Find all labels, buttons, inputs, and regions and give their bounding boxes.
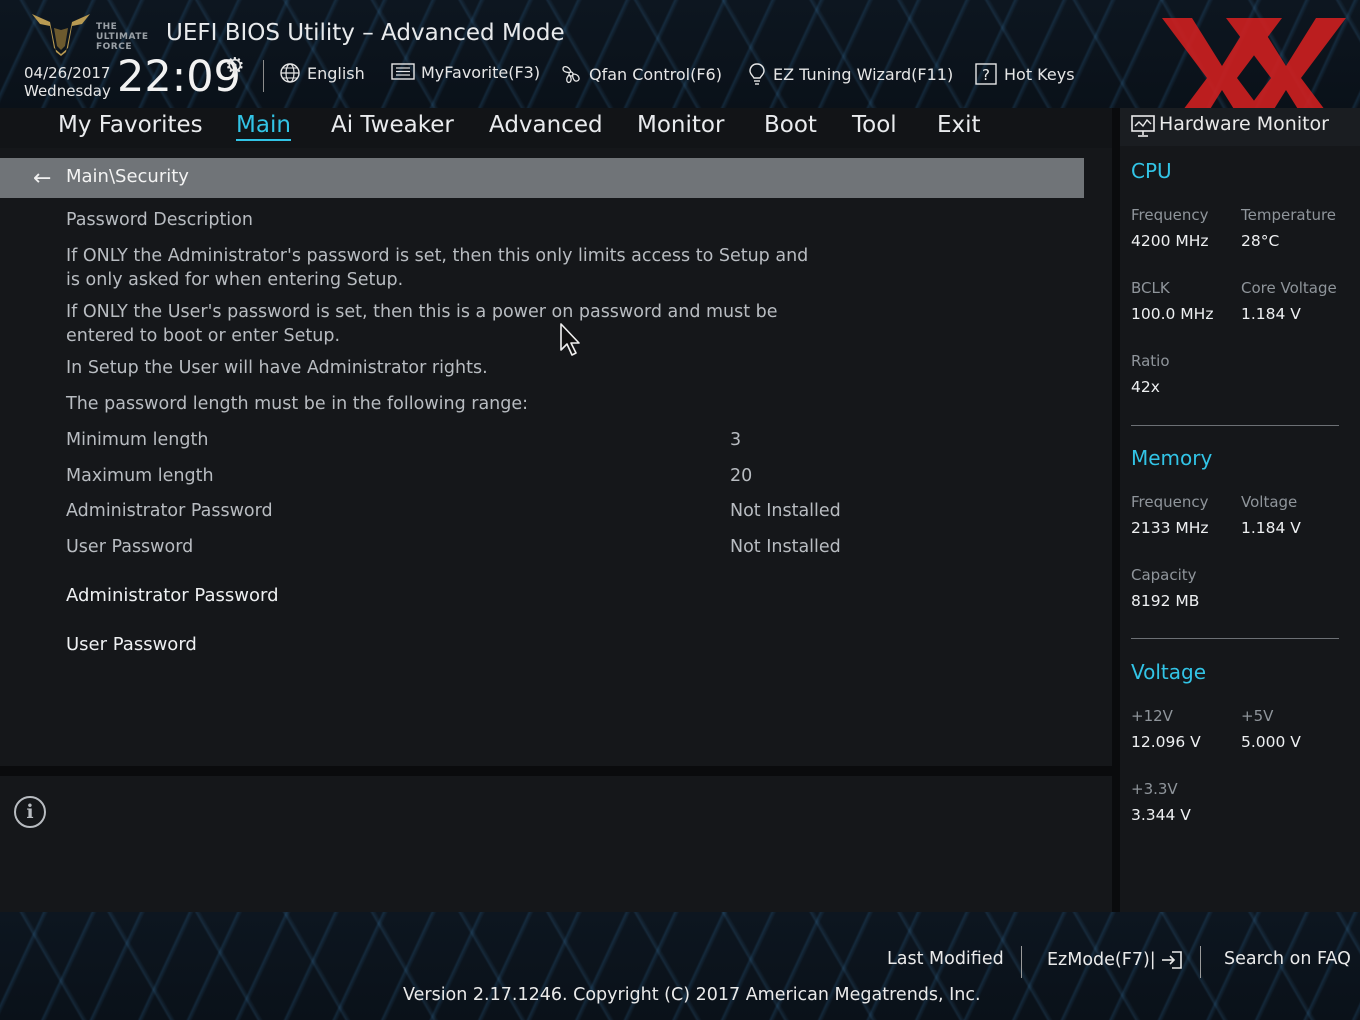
fan-icon [562, 65, 580, 84]
description-paragraph-2: If ONLY the User's password is set, then… [66, 302, 778, 346]
memory-voltage-label: Voltage [1241, 493, 1298, 511]
search-faq-button[interactable]: Search on FAQ [1224, 949, 1351, 969]
footer-separator [1200, 946, 1201, 978]
svg-text:?: ? [982, 66, 990, 84]
lightbulb-icon [749, 63, 765, 85]
question-box-icon: ? [975, 63, 997, 85]
v33-label: +3.3V [1131, 780, 1178, 798]
favorite-list-icon [391, 63, 415, 80]
app-title: UEFI BIOS Utility – Advanced Mode [166, 20, 565, 46]
memory-frequency-label: Frequency [1131, 493, 1209, 511]
cpu-frequency-label: Frequency [1131, 206, 1209, 224]
user-password-status-label: User Password [66, 537, 194, 557]
voltage-section-title: Voltage [1131, 660, 1207, 684]
tab-main[interactable]: Main [236, 112, 291, 141]
monitor-icon [1131, 115, 1155, 137]
minimum-length-value: 3 [730, 430, 742, 450]
date-display[interactable]: 04/26/2017 Wednesday [24, 64, 111, 100]
memory-voltage-value: 1.184 V [1241, 519, 1301, 537]
core-voltage-label: Core Voltage [1241, 279, 1337, 297]
info-icon: i [14, 796, 46, 828]
bclk-value: 100.0 MHz [1131, 305, 1214, 323]
administrator-password-status-value: Not Installed [730, 501, 841, 521]
tuf-logo-icon [32, 14, 90, 56]
globe-icon [280, 63, 300, 83]
description-paragraph-4: The password length must be in the follo… [66, 394, 529, 414]
last-modified-button[interactable]: Last Modified [887, 949, 1004, 969]
main-content-panel [0, 148, 1112, 766]
v12-value: 12.096 V [1131, 733, 1201, 751]
administrator-password-status-label: Administrator Password [66, 501, 273, 521]
help-info-panel [0, 776, 1112, 912]
ratio-value: 42x [1131, 378, 1160, 396]
bclk-label: BCLK [1131, 279, 1170, 297]
weekday-text: Wednesday [24, 82, 111, 100]
user-password-item[interactable]: User Password [66, 634, 197, 655]
version-text: Version 2.17.1246. Copyright (C) 2017 Am… [403, 985, 981, 1005]
description-paragraph-3: In Setup the User will have Administrato… [66, 358, 488, 378]
panel-divider [0, 766, 1112, 776]
ez-tuning-wizard-button[interactable]: EZ Tuning Wizard(F11) [747, 62, 953, 86]
cpu-temperature-label: Temperature [1241, 206, 1337, 224]
clock-display[interactable]: 22:09 [117, 52, 241, 102]
logo-text: THE ULTIMATE FORCE [96, 22, 149, 52]
myfavorite-button[interactable]: MyFavorite(F3) [391, 62, 540, 82]
cpu-frequency-value: 4200 MHz [1131, 232, 1209, 250]
memory-frequency-value: 2133 MHz [1131, 519, 1209, 537]
header-separator [263, 60, 264, 92]
administrator-password-item[interactable]: Administrator Password [66, 585, 279, 606]
tab-advanced[interactable]: Advanced [489, 112, 603, 138]
hardware-monitor-title: Hardware Monitor [1159, 113, 1329, 135]
minimum-length-label: Minimum length [66, 430, 209, 450]
maximum-length-label: Maximum length [66, 466, 214, 486]
language-button[interactable]: English [279, 62, 365, 84]
maximum-length-value: 20 [730, 466, 753, 486]
cpu-temperature-value: 28°C [1241, 232, 1280, 250]
breadcrumb-path: Main\Security [66, 166, 189, 187]
qfan-control-button[interactable]: Qfan Control(F6) [559, 62, 722, 86]
cpu-section-divider [1131, 425, 1339, 426]
ratio-label: Ratio [1131, 352, 1170, 370]
tab-boot[interactable]: Boot [764, 112, 817, 138]
tab-my-favorites[interactable]: My Favorites [58, 112, 203, 138]
memory-section-title: Memory [1131, 446, 1213, 470]
date-text: 04/26/2017 [24, 64, 111, 82]
mouse-cursor-icon [560, 323, 580, 356]
tab-ai-tweaker[interactable]: Ai Tweaker [331, 112, 454, 138]
ezmode-button[interactable]: EzMode(F7)| [1047, 949, 1184, 971]
panel-separator [1112, 108, 1120, 912]
memory-capacity-value: 8192 MB [1131, 592, 1200, 610]
password-description-title: Password Description [66, 210, 253, 230]
tab-tool[interactable]: Tool [852, 112, 897, 138]
gear-icon[interactable]: ⚙ [225, 54, 245, 79]
footer-separator [1021, 946, 1022, 978]
v5-value: 5.000 V [1241, 733, 1301, 751]
exit-arrow-icon [1161, 951, 1182, 969]
v33-value: 3.344 V [1131, 806, 1191, 824]
v12-label: +12V [1131, 707, 1173, 725]
hot-keys-button[interactable]: ? Hot Keys [974, 62, 1075, 86]
tab-exit[interactable]: Exit [937, 112, 981, 138]
core-voltage-value: 1.184 V [1241, 305, 1301, 323]
back-arrow-icon[interactable]: ← [33, 166, 51, 191]
cpu-section-title: CPU [1131, 159, 1172, 183]
v5-label: +5V [1241, 707, 1274, 725]
memory-capacity-label: Capacity [1131, 566, 1197, 584]
description-paragraph-1: If ONLY the Administrator's password is … [66, 246, 809, 290]
user-password-status-value: Not Installed [730, 537, 841, 557]
tab-monitor[interactable]: Monitor [637, 112, 724, 138]
memory-section-divider [1131, 638, 1339, 639]
